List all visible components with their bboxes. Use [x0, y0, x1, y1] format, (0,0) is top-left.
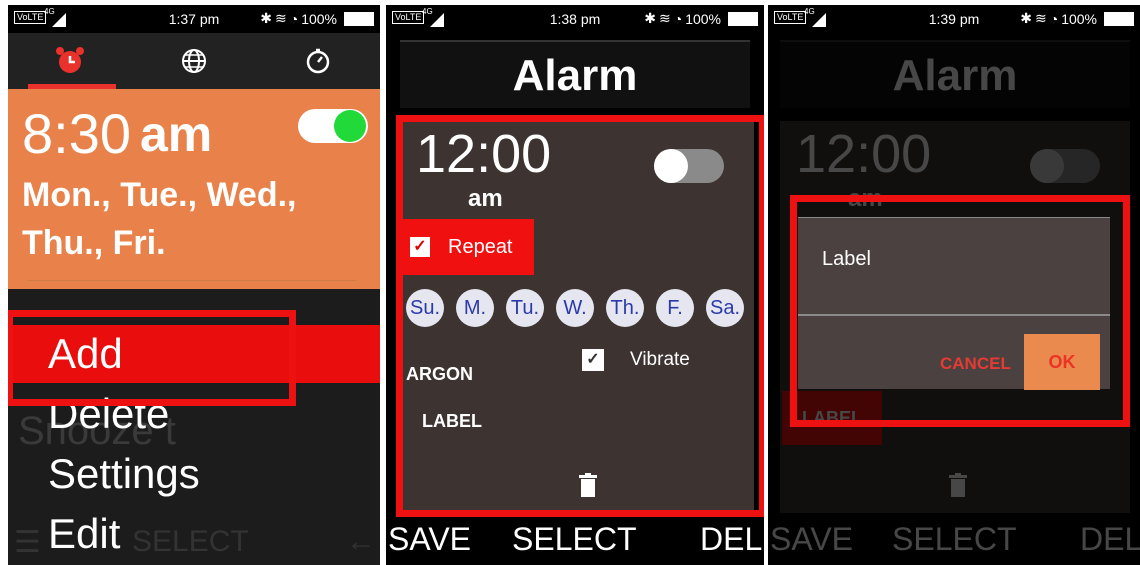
alarm-set-icon: ◔: [289, 10, 299, 27]
bluetooth-icon: ✱: [260, 10, 272, 26]
bluetooth-icon: ✱: [644, 10, 656, 26]
softkey-save: SAVE: [770, 521, 853, 557]
data-icon: ≋: [1034, 10, 1047, 26]
tab-alarm[interactable]: [8, 33, 132, 89]
back-arrow-icon[interactable]: ←: [346, 525, 376, 559]
softkey-select: SELECT: [892, 521, 1017, 557]
softkey-delete: DEL: [1080, 521, 1140, 557]
highlight-frame: [396, 115, 764, 517]
toggle-knob: [334, 110, 366, 142]
stopwatch-icon: [306, 48, 330, 74]
status-bar: VoLTE 4G 1:37 pm ✱ ≋ ◔ 100%: [8, 5, 380, 33]
alarm-set-icon: ◔: [673, 10, 683, 27]
alarm-card[interactable]: 8:30 am Mon., Tue., Wed., Thu., Fri.: [8, 89, 380, 289]
status-icons: ✱ ≋ ◔ 100%: [260, 10, 374, 27]
alarm-ampm: am: [140, 106, 213, 162]
softkey-select[interactable]: SELECT: [132, 525, 249, 559]
page-title: Alarm: [780, 40, 1130, 108]
label-dialog-screen: VoLTE 4G 1:39 pm ✱ ≋ ◔ 100% Alarm 12:00 …: [768, 5, 1140, 565]
softkey-bar: SAVE SELECT DEL: [768, 513, 1140, 565]
toggle-knob: [1030, 149, 1064, 183]
alarm-editor-screen: VoLTE 4G 1:38 pm ✱ ≋ ◔ 100% Alarm 12:00 …: [386, 5, 764, 565]
status-icons: ✱ ≋ ◔ 100%: [644, 10, 758, 27]
globe-icon: [182, 49, 206, 73]
highlight-frame: [790, 195, 1130, 427]
status-bar: VoLTE 4G 1:39 pm ✱ ≋ ◔ 100%: [768, 5, 1140, 33]
softkey-bar: ☰ SELECT ←: [8, 515, 380, 565]
alarm-icon: [56, 47, 84, 73]
highlight-frame: [8, 310, 296, 406]
menu-icon[interactable]: ☰: [14, 525, 41, 560]
alarm-set-icon: ◔: [1049, 10, 1059, 27]
softkey-bar: SAVE SELECT DEL: [386, 513, 764, 565]
status-icons: ✱ ≋ ◔ 100%: [1020, 10, 1134, 27]
tab-timer[interactable]: [256, 33, 380, 89]
alarm-days: Mon., Tue., Wed., Thu., Fri.: [22, 176, 297, 262]
battery-percent: 100%: [685, 10, 721, 27]
battery-icon: [1104, 11, 1134, 26]
softkey-select[interactable]: SELECT: [512, 521, 636, 558]
softkey-save[interactable]: SAVE: [388, 521, 471, 558]
alarm-time: 8:30: [22, 102, 131, 165]
status-bar: VoLTE 4G 1:38 pm ✱ ≋ ◔ 100%: [386, 5, 764, 33]
battery-percent: 100%: [1061, 10, 1097, 27]
tab-world-clock[interactable]: [132, 33, 256, 89]
battery-icon: [728, 11, 758, 26]
page-title: Alarm: [400, 40, 750, 108]
data-icon: ≋: [274, 10, 287, 26]
alarm-list-screen: VoLTE 4G 1:37 pm ✱ ≋ ◔ 100% 8:30 am Mon.…: [8, 5, 380, 565]
alarm-time: 12:00: [796, 124, 932, 184]
data-icon: ≋: [658, 10, 671, 26]
battery-percent: 100%: [301, 10, 337, 27]
alarm-toggle[interactable]: [298, 109, 368, 143]
trash-icon: [949, 473, 967, 497]
menu-item-settings[interactable]: Settings: [8, 445, 380, 503]
battery-icon: [344, 11, 374, 26]
divider: [28, 280, 356, 281]
clock-tabs: [8, 33, 380, 89]
alarm-toggle: [1030, 149, 1100, 183]
bluetooth-icon: ✱: [1020, 10, 1032, 26]
softkey-delete[interactable]: DEL: [700, 521, 762, 558]
